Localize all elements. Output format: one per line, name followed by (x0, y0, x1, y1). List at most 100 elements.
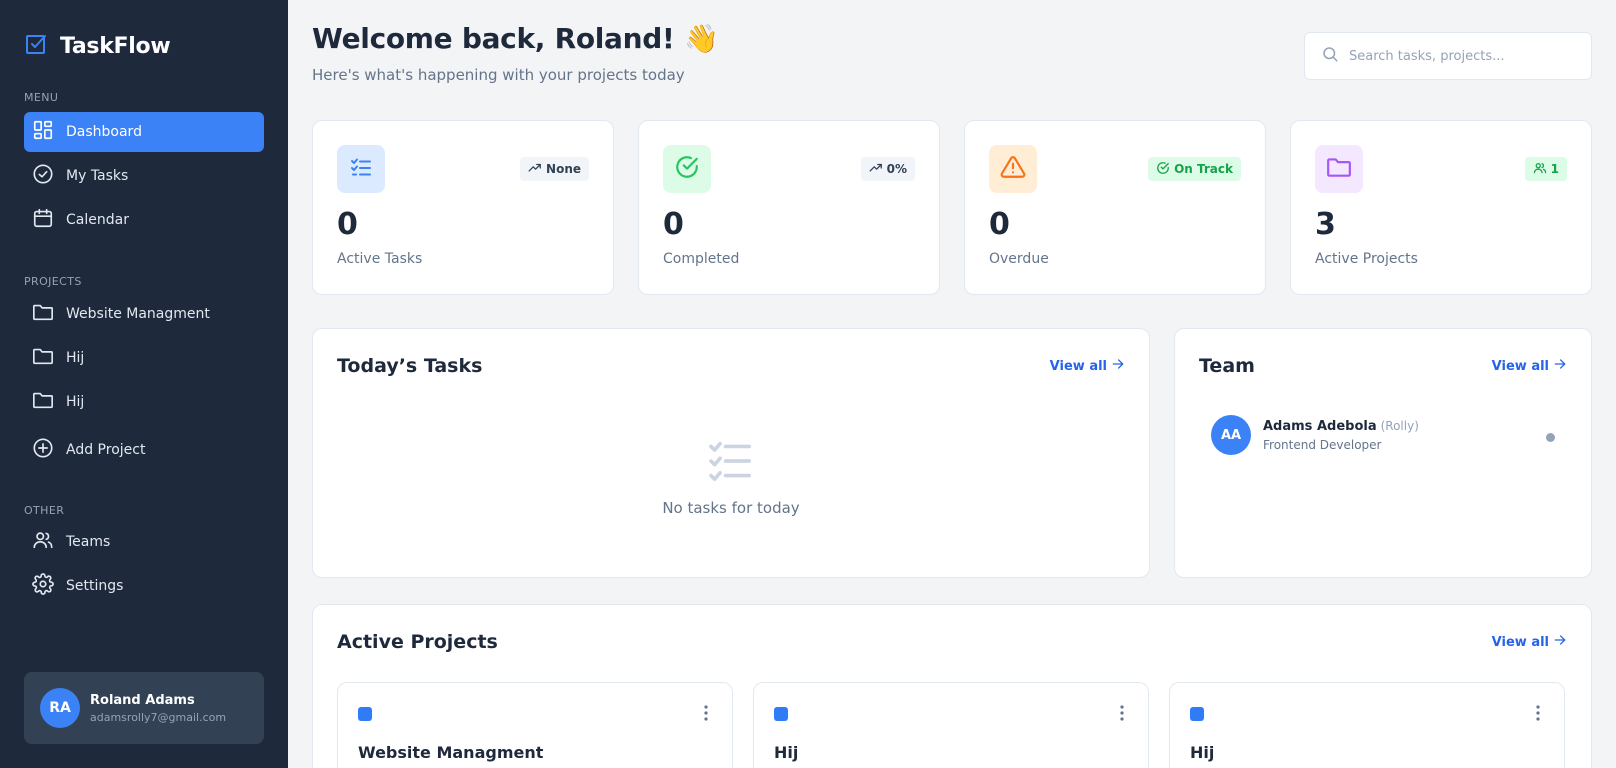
member-name-line: Adams Adebola (Rolly) (1263, 419, 1419, 434)
check-circle-icon (1156, 161, 1170, 178)
app-name: TaskFlow (60, 33, 171, 59)
stat-badge: 1 (1524, 157, 1567, 181)
stat-badge-text: None (546, 162, 581, 176)
sidebar-item-dashboard[interactable]: Dashboard (24, 112, 264, 152)
users-icon (1533, 161, 1547, 178)
project-color-swatch (1190, 707, 1204, 721)
stat-badge-text: 1 (1550, 162, 1559, 176)
project-card[interactable]: Website Managment (337, 682, 733, 768)
sidebar: TaskFlow MENU Dashboard My Tasks Calenda… (0, 0, 288, 768)
stat-badge-text: On Track (1174, 162, 1233, 176)
stat-card-completed: 0% 0 Completed (638, 120, 940, 295)
page-title: Welcome back, Roland! 👋 (312, 22, 719, 55)
user-email: adamsrolly7@gmail.com (90, 710, 227, 724)
team-panel: Team View all AA Adams Adebola (Rolly) Fr… (1174, 328, 1592, 578)
stat-value: 0 (989, 207, 1010, 242)
sidebar-item-label: Settings (66, 578, 124, 594)
stat-icon-box (989, 145, 1037, 193)
todays-tasks-panel: Today’s Tasks View all No tasks for toda… (312, 328, 1150, 578)
sidebar-item-settings[interactable]: Settings (24, 566, 264, 606)
todays-tasks-view-all-link[interactable]: View all (1050, 357, 1125, 375)
trend-up-icon (528, 161, 542, 178)
member-role: Frontend Developer (1263, 437, 1382, 452)
stat-label: Active Projects (1315, 251, 1418, 267)
stat-label: Overdue (989, 251, 1049, 267)
status-indicator (1546, 433, 1555, 442)
view-all-label: View all (1491, 358, 1549, 374)
sidebar-project-website-managment[interactable]: Website Managment (24, 294, 264, 334)
stat-label: Completed (663, 251, 740, 267)
check-circle-icon (674, 154, 700, 184)
dashboard-grid-icon (32, 119, 54, 145)
projects-section-label: PROJECTS (24, 275, 82, 288)
sidebar-project-hij[interactable]: Hij (24, 338, 264, 378)
list-check-icon (349, 155, 373, 183)
user-profile-card[interactable]: RA Roland Adams adamsrolly7@gmail.com (24, 672, 264, 744)
sidebar-project-hij[interactable]: Hij (24, 382, 264, 422)
more-vertical-icon[interactable] (1120, 705, 1124, 725)
page-subtitle: Here's what's happening with your projec… (312, 66, 685, 84)
trend-up-icon (869, 161, 883, 178)
active-projects-panel: Active Projects View all Website Managme… (312, 604, 1592, 768)
sidebar-item-label: Dashboard (66, 124, 142, 140)
member-name: Adams Adebola (1263, 418, 1377, 434)
sidebar-item-my-tasks[interactable]: My Tasks (24, 156, 264, 196)
stat-icon-box (337, 145, 385, 193)
stat-badge: On Track (1148, 157, 1241, 181)
stat-badge: 0% (860, 157, 915, 181)
gear-icon (32, 573, 54, 599)
folder-icon (32, 345, 54, 371)
stat-badge-text: 0% (886, 162, 907, 176)
view-all-label: View all (1491, 634, 1549, 650)
stat-icon-box (663, 145, 711, 193)
todays-tasks-title: Today’s Tasks (337, 355, 483, 377)
brand[interactable]: TaskFlow (24, 32, 171, 60)
add-project-button[interactable]: Add Project (24, 430, 264, 470)
sidebar-item-label: Calendar (66, 212, 129, 228)
project-color-swatch (774, 707, 788, 721)
project-color-swatch (358, 707, 372, 721)
member-nickname: (Rolly) (1380, 418, 1419, 433)
folder-icon (1326, 154, 1352, 184)
sidebar-item-label: Website Managment (66, 306, 210, 322)
stat-value: 0 (337, 207, 358, 242)
folder-icon (32, 301, 54, 327)
search-box[interactable] (1304, 32, 1592, 80)
project-name: Hij (1190, 743, 1215, 762)
project-name: Website Managment (358, 743, 544, 762)
stat-card-active-projects: 1 3 Active Projects (1290, 120, 1592, 295)
menu-section-label: MENU (24, 91, 59, 104)
stat-badge: None (520, 157, 589, 181)
sidebar-item-label: Add Project (66, 442, 146, 458)
project-card[interactable]: Hij (753, 682, 1149, 768)
empty-state-text: No tasks for today (662, 499, 800, 517)
sidebar-item-calendar[interactable]: Calendar (24, 200, 264, 240)
other-section-label: OTHER (24, 504, 65, 517)
active-projects-title: Active Projects (337, 631, 498, 653)
more-vertical-icon[interactable] (1536, 705, 1540, 725)
check-square-logo-icon (24, 32, 48, 60)
team-member-item[interactable]: AA Adams Adebola (Rolly) Frontend Develop… (1211, 415, 1419, 455)
sidebar-item-label: Hij (66, 350, 85, 366)
avatar: RA (40, 688, 80, 728)
more-vertical-icon[interactable] (704, 705, 708, 725)
users-icon (32, 529, 54, 555)
search-input[interactable] (1349, 48, 1579, 64)
sidebar-item-label: Hij (66, 394, 85, 410)
project-card[interactable]: Hij (1169, 682, 1565, 768)
view-all-label: View all (1049, 358, 1107, 374)
alert-triangle-icon (1000, 154, 1026, 184)
folder-icon (32, 389, 54, 415)
empty-state: No tasks for today (313, 441, 1149, 517)
sidebar-item-teams[interactable]: Teams (24, 522, 264, 562)
avatar: AA (1211, 415, 1251, 455)
check-circle-icon (32, 163, 54, 189)
team-view-all-link[interactable]: View all (1492, 357, 1567, 375)
active-projects-view-all-link[interactable]: View all (1492, 633, 1567, 651)
list-check-icon (709, 441, 753, 485)
stat-card-overdue: On Track 0 Overdue (964, 120, 1266, 295)
user-name: Roland Adams (90, 692, 195, 708)
sidebar-item-label: Teams (66, 534, 111, 550)
stat-card-active-tasks: None 0 Active Tasks (312, 120, 614, 295)
stat-label: Active Tasks (337, 251, 423, 267)
